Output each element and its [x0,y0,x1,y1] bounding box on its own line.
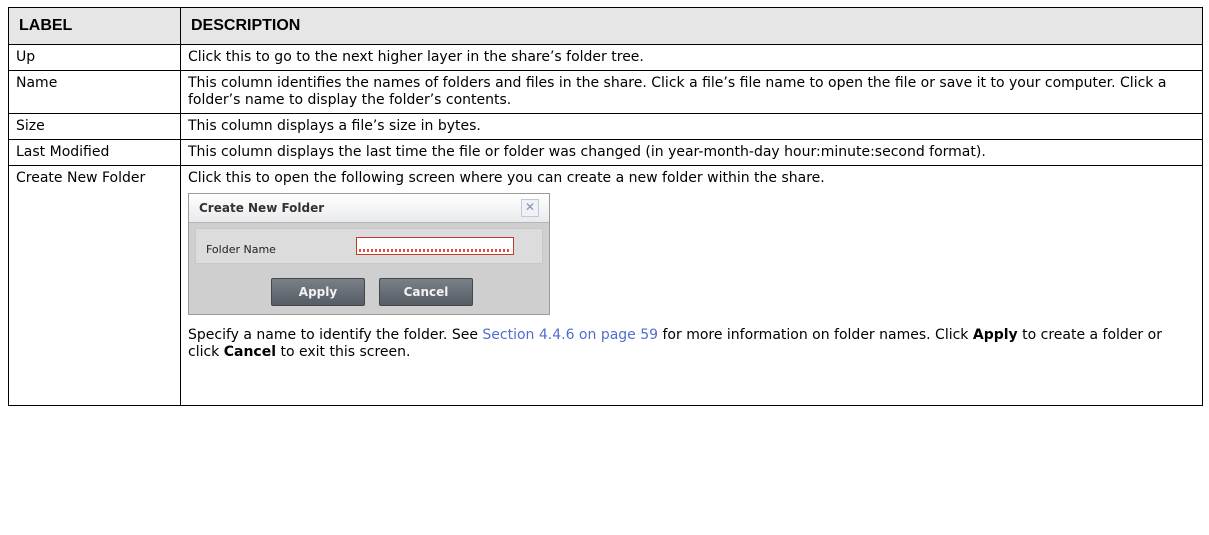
table-row: Create New Folder Click this to open the… [8,165,1203,406]
row-description-cell: Click this to open the following screen … [180,165,1203,406]
section-link[interactable]: Section 4.4.6 on page 59 [482,327,658,343]
folder-name-input[interactable] [356,237,514,255]
create-folder-dialog: Create New Folder ✕ Folder Name Apply Ca… [188,193,550,315]
note-cancel: Cancel [223,344,277,360]
table-row: Last Modified This column displays the l… [8,139,1203,166]
folder-name-label: Folder Name [206,243,276,256]
row-description: This column displays the last time the f… [180,139,1203,166]
dialog-body: Folder Name [195,228,543,264]
note-text: for more information on folder names. Cl… [658,327,973,343]
row-label: Last Modified [8,139,181,166]
dialog-title-bar: Create New Folder ✕ [189,194,549,223]
create-folder-note: Specify a name to identify the folder. S… [188,327,1195,363]
row-label: Size [8,113,181,140]
row-label: Up [8,44,181,71]
row-description: Click this to go to the next higher laye… [180,44,1203,71]
description-table: LABEL DESCRIPTION Up Click this to go to… [8,7,1203,406]
row-description: This column displays a file’s size in by… [180,113,1203,140]
note-text: to exit this screen. [276,344,411,360]
dialog-title: Create New Folder [199,201,325,215]
row-description: Click this to open the following screen … [188,170,825,186]
close-icon[interactable]: ✕ [521,199,539,217]
header-label: LABEL [8,7,181,45]
table-row: Up Click this to go to the next higher l… [8,44,1203,71]
note-apply: Apply [972,327,1018,343]
row-label: Name [8,70,181,114]
header-description: DESCRIPTION [180,7,1203,45]
cancel-button[interactable]: Cancel [379,278,473,306]
apply-button[interactable]: Apply [271,278,365,306]
row-label: Create New Folder [8,165,181,406]
row-description: This column identifies the names of fold… [180,70,1203,114]
note-text: Specify a name to identify the folder. S… [188,327,483,343]
table-row: Size This column displays a file’s size … [8,113,1203,140]
table-row: Name This column identifies the names of… [8,70,1203,114]
table-header-row: LABEL DESCRIPTION [8,7,1203,45]
